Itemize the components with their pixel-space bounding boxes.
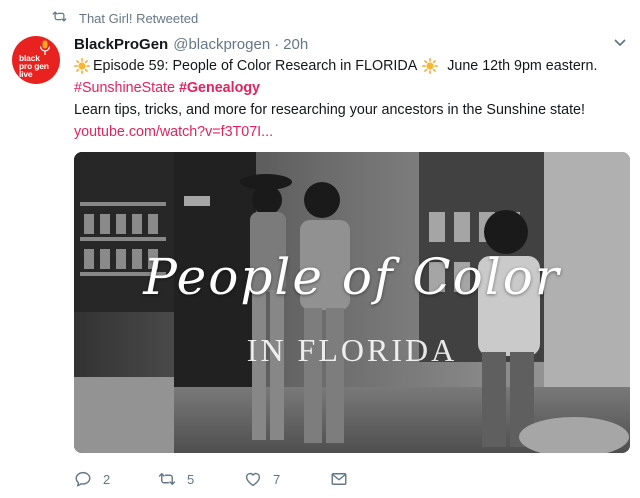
sun-emoji-icon: [422, 58, 439, 74]
heart-icon: [245, 472, 261, 487]
tweet-line-1: Episode 59: People of Color Research in …: [74, 55, 634, 77]
like-count: 7: [273, 471, 281, 487]
retweet-button[interactable]: 5: [158, 470, 244, 488]
tweet-line-3: Learn tips, tricks, and more for researc…: [74, 102, 585, 118]
avatar[interactable]: black pro gen live: [12, 36, 60, 84]
author-handle[interactable]: @blackprogen: [173, 36, 270, 53]
tweet-header: BlackProGen @blackprogen · 20h: [74, 34, 626, 54]
author-name[interactable]: BlackProGen: [74, 36, 168, 53]
tweet-line-2: #SunshineState #Genealogy: [74, 77, 634, 99]
hashtag-genealogy[interactable]: #Genealogy: [179, 77, 260, 99]
media-subtitle: IN FLORIDA: [246, 332, 458, 368]
tweet-line-4: youtube.com/watch?v=f3T07I...: [74, 121, 634, 143]
separator-dot: ·: [274, 35, 280, 53]
tweet-media-image[interactable]: People of Color IN FLORIDA: [74, 152, 630, 453]
reply-icon: [75, 471, 91, 487]
avatar-logo-text: black pro gen live: [19, 53, 49, 79]
tweet-timestamp[interactable]: 20h: [283, 36, 308, 53]
tweet-actions: 2 5 7: [74, 468, 360, 490]
sun-emoji-icon: [74, 58, 90, 74]
hashtag-sunshinestate[interactable]: #SunshineState: [74, 77, 175, 99]
media-title: People of Color: [143, 248, 561, 306]
envelope-icon: [331, 473, 347, 485]
retweet-icon: [158, 473, 176, 485]
episode-time: June 12th 9pm eastern.: [447, 58, 598, 74]
retweet-banner-text[interactable]: That Girl! Retweeted: [79, 11, 198, 26]
tweet-text: Episode 59: People of Color Research in …: [74, 55, 634, 143]
direct-message-button[interactable]: [330, 470, 360, 488]
reply-count: 2: [103, 471, 111, 487]
youtube-link[interactable]: youtube.com/watch?v=f3T07I...: [74, 121, 273, 143]
chevron-down-icon[interactable]: [614, 38, 626, 48]
episode-title: Episode 59: People of Color Research in …: [93, 58, 418, 74]
reply-button[interactable]: 2: [74, 470, 158, 488]
like-button[interactable]: 7: [244, 470, 330, 488]
retweet-icon: [52, 10, 79, 26]
retweet-count: 5: [187, 471, 195, 487]
retweet-banner[interactable]: That Girl! Retweeted: [52, 8, 198, 28]
